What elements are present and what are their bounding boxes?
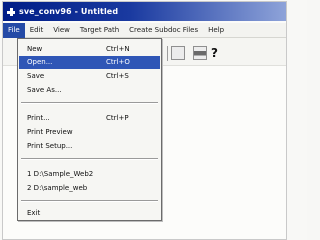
menu-item-new[interactable]: New Ctrl+N [19, 43, 160, 56]
menu-item-label: 2 D:\sample_web [27, 184, 88, 192]
menu-item-label: Open... [27, 58, 53, 66]
menu-file[interactable]: File [3, 22, 25, 38]
menu-item-save-as[interactable]: Save As... [19, 84, 160, 97]
screen: sve_conv96 - Untitled File Edit View Tar… [0, 0, 307, 240]
menu-item-print-preview[interactable]: Print Preview [19, 126, 160, 139]
menu-bar: File Edit View Target Path Create Subdoc… [3, 22, 286, 38]
menu-separator [21, 158, 158, 160]
menu-item-label: Print... [27, 114, 50, 122]
menu-item-print-setup[interactable]: Print Setup... [19, 140, 160, 153]
print-icon[interactable] [193, 46, 207, 60]
menu-item-label: New [27, 45, 43, 53]
file-menu-dropdown: New Ctrl+N Open... Ctrl+O Save Ctrl+S Sa… [17, 38, 162, 221]
menu-item-exit[interactable]: Exit [19, 207, 160, 220]
menu-separator [21, 200, 158, 202]
menu-item-open[interactable]: Open... Ctrl+O [19, 56, 160, 69]
menu-item-shortcut: Ctrl+S [106, 72, 129, 80]
help-icon[interactable]: ? [211, 46, 225, 60]
menu-item-label: Save [27, 72, 45, 80]
menu-edit[interactable]: Edit [25, 23, 49, 38]
window-title: sve_conv96 - Untitled [19, 7, 119, 16]
menu-item-label: Print Preview [27, 128, 73, 136]
menu-view[interactable]: View [48, 23, 75, 38]
application-icon [6, 7, 16, 17]
menu-separator [21, 102, 158, 104]
menu-target-path[interactable]: Target Path [75, 23, 124, 38]
menu-item-shortcut: Ctrl+N [106, 45, 130, 53]
menu-item-label: Save As... [27, 86, 62, 94]
menu-item-shortcut: Ctrl+O [106, 58, 130, 66]
menu-item-recent-file-1[interactable]: 1 D:\Sample_Web2 [19, 168, 160, 181]
menu-item-print[interactable]: Print... Ctrl+P [19, 112, 160, 125]
menu-item-shortcut: Ctrl+P [106, 114, 129, 122]
toolbar-button-icon[interactable] [171, 46, 185, 60]
title-bar[interactable]: sve_conv96 - Untitled [3, 2, 286, 21]
menu-item-save[interactable]: Save Ctrl+S [19, 70, 160, 83]
menu-item-label: 1 D:\Sample_Web2 [27, 170, 94, 178]
menu-item-recent-file-2[interactable]: 2 D:\sample_web [19, 182, 160, 195]
menu-item-label: Exit [27, 209, 41, 217]
menu-item-label: Print Setup... [27, 142, 73, 150]
menu-create-subdoc-files[interactable]: Create Subdoc Files [124, 23, 203, 38]
application-window: sve_conv96 - Untitled File Edit View Tar… [2, 1, 287, 240]
menu-help[interactable]: Help [203, 23, 229, 38]
toolbar-separator [167, 46, 168, 61]
